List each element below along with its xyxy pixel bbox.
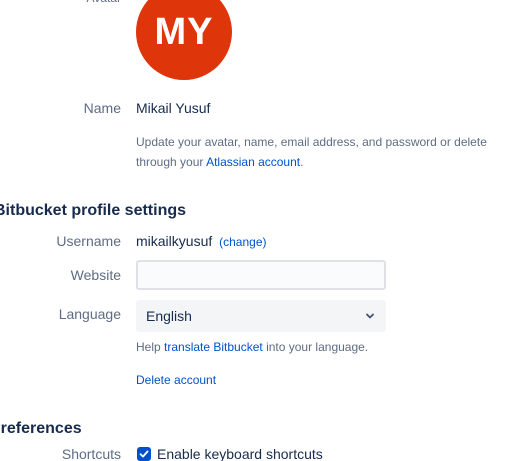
website-input[interactable]: [136, 260, 386, 290]
language-select-value: English: [146, 308, 192, 324]
username-text: mikailkyusuf: [136, 233, 213, 249]
shortcuts-checkbox[interactable]: [137, 447, 151, 461]
translate-help: Help translate Bitbucket into your langu…: [136, 337, 368, 357]
shortcuts-checkbox-label[interactable]: Enable keyboard shortcuts: [157, 444, 323, 461]
shortcuts-label: Shortcuts: [61, 446, 121, 461]
translate-help-suffix: into your language.: [262, 340, 369, 354]
translate-bitbucket-link[interactable]: translate Bitbucket: [164, 340, 263, 354]
username-value: mikailkyusuf (change): [136, 231, 267, 252]
translate-help-prefix: Help: [136, 340, 165, 354]
preferences-section-title: Preferences: [0, 420, 82, 437]
language-label: Language: [58, 306, 121, 322]
profile-settings-page: Avatar MY Name Mikail Yusuf Update your …: [0, 0, 506, 461]
account-help-line2: through your Atlassian account.: [136, 152, 303, 172]
account-help-line1: Update your avatar, name, email address,…: [136, 135, 487, 149]
avatar-label: Avatar: [0, 0, 121, 8]
account-help-prefix: through your: [136, 155, 207, 169]
delete-account-link[interactable]: Delete account: [136, 370, 216, 390]
atlassian-account-link[interactable]: Atlassian account: [206, 155, 300, 169]
profile-section-title: Bitbucket profile settings: [0, 202, 187, 219]
avatar-initials: MY: [154, 10, 214, 53]
name-value: Mikail Yusuf: [136, 100, 211, 116]
chevron-down-icon: [364, 309, 376, 321]
language-select[interactable]: English: [136, 300, 386, 332]
avatar[interactable]: MY: [136, 0, 232, 80]
account-help-suffix: .: [300, 155, 304, 169]
name-label: Name: [83, 100, 121, 116]
change-username-link[interactable]: (change): [219, 235, 266, 249]
checkmark-icon: [139, 450, 149, 458]
username-label: Username: [56, 233, 121, 249]
website-label: Website: [70, 267, 121, 283]
